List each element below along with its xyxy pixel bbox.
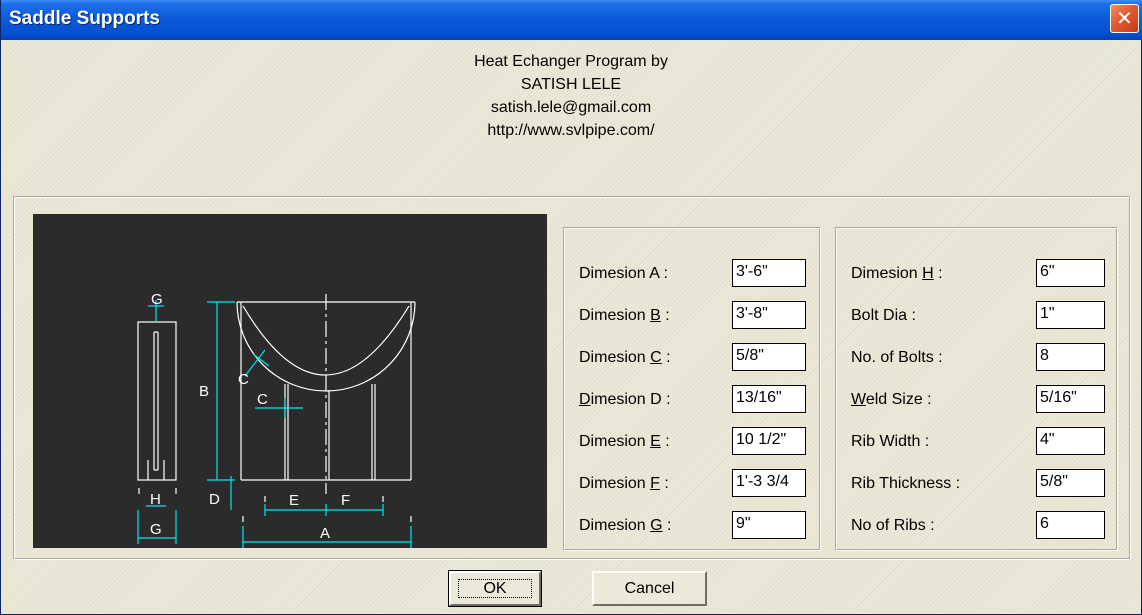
row-rib-thickness: Rib Thickness : 5/8" [836,468,1117,498]
program-credits: Heat Echanger Program by SATISH LELE sat… [371,50,771,142]
dim-label-e: E [289,492,299,509]
dim-label-c: C [257,391,268,408]
dim-label-d: D [209,491,220,508]
label-dimension-f: Dimesion F : [579,475,669,492]
row-weld-size: Weld Size : 5/16" [836,384,1117,414]
dimension-a-field[interactable]: 3'-6" [732,259,806,287]
dimension-c-field[interactable]: 5/8" [732,343,806,371]
label-dimension-g: Dimesion G : [579,517,672,534]
row-dimension-a: Dimesion A : 3'-6" [564,258,820,288]
label-no-of-bolts: No. of Bolts : [851,349,943,366]
dimensions-panel-right: Dimesion H : 6" Bolt Dia : 1" No. of Bol… [835,227,1118,551]
title-bar[interactable]: Saddle Supports ✕ [1,0,1142,40]
label-no-of-ribs: No of Ribs : [851,517,935,534]
dimensions-panel-left: Dimesion A : 3'-6" Dimesion B : 3'-8" Di… [563,227,821,551]
row-no-of-ribs: No of Ribs : 6 [836,510,1117,540]
label-dimension-c: Dimesion C : [579,349,671,366]
close-button[interactable]: ✕ [1110,4,1139,33]
label-rib-width: Rib Width : [851,433,930,450]
row-dimension-g: Dimesion G : 9" [564,510,820,540]
row-dimension-c: Dimesion C : 5/8" [564,342,820,372]
bolt-dia-field[interactable]: 1" [1036,301,1105,329]
credits-line-email: satish.lele@gmail.com [490,99,652,116]
label-dimension-d: Dimesion D : [579,391,671,408]
row-dimension-f: Dimesion F : 1'-3 3/4 [564,468,820,498]
dim-label-h: H [150,491,161,508]
label-bolt-dia: Bolt Dia : [851,307,916,324]
dimension-b-field[interactable]: 3'-8" [732,301,806,329]
saddle-supports-dialog: Saddle Supports ✕ Heat Echanger Program … [0,0,1142,615]
dim-label-g-top: G [151,291,163,308]
dim-label-c-weld: C [238,371,249,388]
row-dimension-h: Dimesion H : 6" [836,258,1117,288]
dim-label-f: F [341,492,350,509]
label-dimension-e: Dimesion E : [579,433,670,450]
label-dimension-b: Dimesion B : [579,307,670,324]
label-dimension-a: Dimesion A : [579,265,668,282]
close-icon: ✕ [1116,6,1133,30]
dimension-g-field[interactable]: 9" [732,511,806,539]
dim-label-b: B [199,383,209,400]
row-dimension-b: Dimesion B : 3'-8" [564,300,820,330]
no-of-bolts-field[interactable]: 8 [1036,343,1105,371]
ok-button-label: OK [458,579,532,598]
credits-line-program: Heat Echanger Program by [474,53,668,70]
rib-width-field[interactable]: 4" [1036,427,1105,455]
dim-label-a: A [320,525,330,542]
label-rib-thickness: Rib Thickness : [851,475,961,492]
label-weld-size: Weld Size : [851,391,932,408]
label-dimension-h: Dimesion H : [851,265,943,282]
row-dimension-e: Dimesion E : 10 1/2" [564,426,820,456]
row-rib-width: Rib Width : 4" [836,426,1117,456]
rib-thickness-field[interactable]: 5/8" [1036,469,1105,497]
row-no-of-bolts: No. of Bolts : 8 [836,342,1117,372]
row-bolt-dia: Bolt Dia : 1" [836,300,1117,330]
dimension-h-field[interactable]: 6" [1036,259,1105,287]
saddle-diagram-svg: G H G B D C C E F A [137,291,416,548]
dimension-d-field[interactable]: 13/16" [732,385,806,413]
ok-button[interactable]: OK [448,570,542,607]
cancel-button[interactable]: Cancel [592,571,707,606]
row-dimension-d: Dimesion D : 13/16" [564,384,820,414]
no-of-ribs-field[interactable]: 6 [1036,511,1105,539]
dimension-f-field[interactable]: 1'-3 3/4 [732,469,806,497]
side-view-plate [137,321,177,481]
window-title: Saddle Supports [9,8,160,29]
cancel-button-label: Cancel [624,580,675,597]
dimension-e-field[interactable]: 10 1/2" [732,427,806,455]
saddle-drawing: G H G B D C C E F A [33,214,547,548]
credits-line-website: http://www.svlpipe.com/ [487,122,655,139]
weld-size-field[interactable]: 5/16" [1036,385,1105,413]
credits-line-author: SATISH LELE [520,76,622,93]
dim-label-g: G [150,521,162,538]
